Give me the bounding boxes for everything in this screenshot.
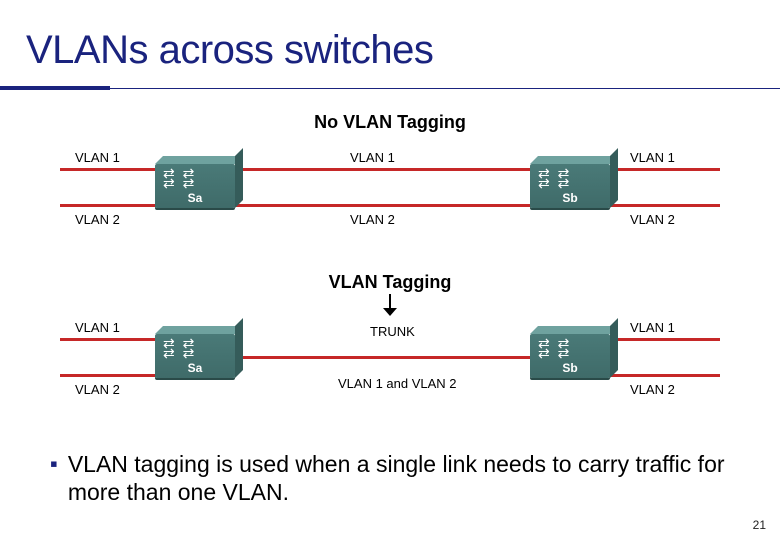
label-vlan1-right: VLAN 1 [630,320,675,335]
switch-sa-icon: ⇄ ⇄⇄ ⇄ Sa [155,164,235,208]
switch-sa-label: Sa [155,361,235,375]
label-vlan2-left: VLAN 2 [75,382,120,397]
trunk-line [235,356,540,359]
switch-sb-label: Sb [530,361,610,375]
label-vlan-mix: VLAN 1 and VLAN 2 [338,376,457,391]
label-vlan1-left: VLAN 1 [75,150,120,165]
bullet-text: VLAN tagging is used when a single link … [68,450,740,506]
page-number: 21 [753,518,766,532]
subtitle-no-tagging: No VLAN Tagging [0,112,780,133]
title-underline [0,86,780,90]
label-vlan1-left: VLAN 1 [75,320,120,335]
diagram-vlan-tagging: VLAN 1 VLAN 2 VLAN 1 VLAN 2 TRUNK VLAN 1… [60,320,720,430]
switch-sb-label: Sb [530,191,610,205]
label-vlan2-right: VLAN 2 [630,382,675,397]
label-vlan1-right: VLAN 1 [630,150,675,165]
slide-title: VLANs across switches [26,28,433,73]
subtitle-vlan-tagging: VLAN Tagging [0,272,780,293]
bullet-marker-icon: ▪ [50,450,58,506]
switch-sb-icon: ⇄ ⇄⇄ ⇄ Sb [530,334,610,378]
label-vlan2-left: VLAN 2 [75,212,120,227]
switch-sb-icon: ⇄ ⇄⇄ ⇄ Sb [530,164,610,208]
switch-sa-label: Sa [155,191,235,205]
switch-sa-icon: ⇄ ⇄⇄ ⇄ Sa [155,334,235,378]
label-vlan2-right: VLAN 2 [630,212,675,227]
down-arrow-icon [383,294,397,316]
bullet-item: ▪ VLAN tagging is used when a single lin… [50,450,740,506]
slide: VLANs across switches No VLAN Tagging VL… [0,0,780,540]
label-trunk: TRUNK [370,324,415,339]
diagram-no-vlan-tagging: VLAN 1 VLAN 2 VLAN 1 VLAN 2 VLAN 1 VLAN … [60,150,720,260]
label-vlan2-mid: VLAN 2 [350,212,395,227]
label-vlan1-mid: VLAN 1 [350,150,395,165]
